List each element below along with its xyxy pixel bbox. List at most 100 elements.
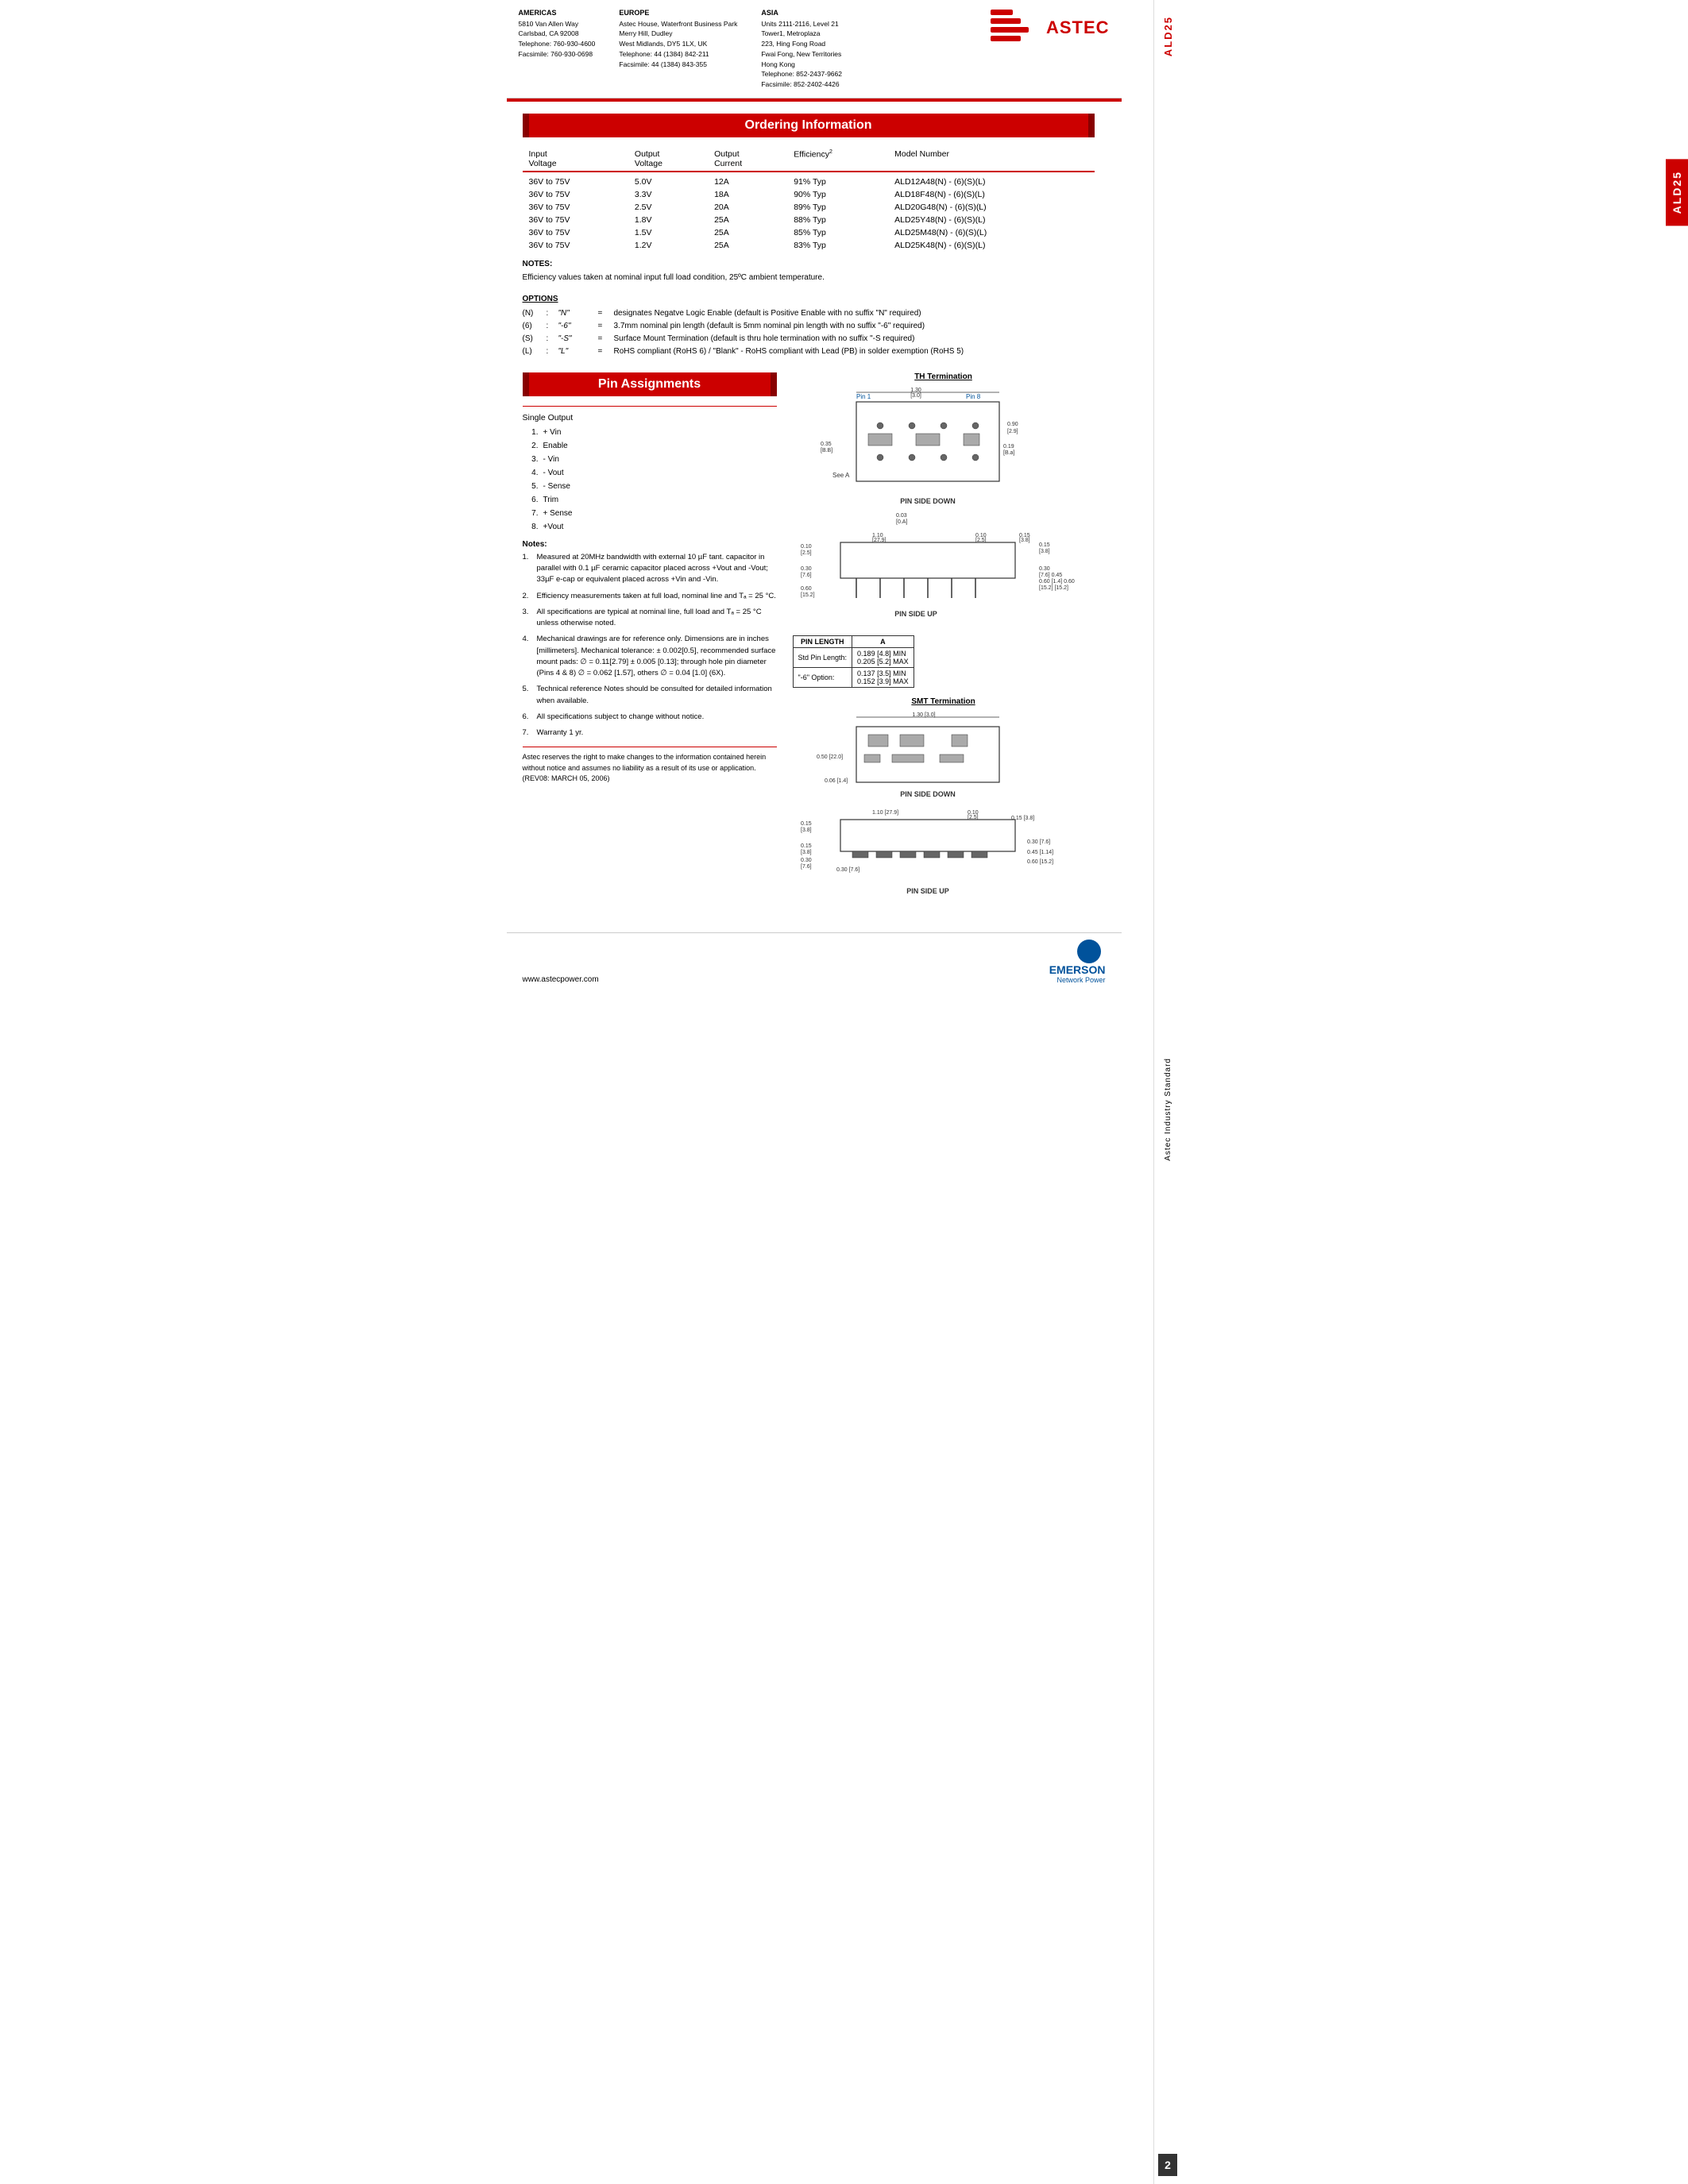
pin-length-row-std: Std Pin Length: 0.189 [4.8] MIN0.205 [5.…	[793, 647, 914, 667]
asia-line2: Tower1, Metroplaza	[761, 29, 842, 39]
option-eq: =	[598, 307, 614, 320]
svg-text:[2.5]: [2.5]	[968, 815, 979, 820]
svg-text:PIN SIDE DOWN: PIN SIDE DOWN	[900, 790, 956, 798]
note-item: 5.Technical reference Notes should be co…	[523, 684, 777, 707]
table-row: 36V to 75V1.5V25A85% TypALD25M48(N) - (6…	[523, 226, 1095, 239]
emerson-sub: Network Power	[1049, 976, 1106, 984]
ordering-section-header: Ordering Information	[523, 114, 1095, 137]
notes-title: NOTES:	[523, 258, 1095, 270]
table-cell: 36V to 75V	[523, 239, 628, 252]
svg-text:0.60 [15.2]: 0.60 [15.2]	[1027, 859, 1053, 865]
option-desc: designates Negatve Logic Enable (default…	[614, 307, 1095, 320]
table-cell: 85% Typ	[787, 226, 888, 239]
svg-text:1.30 [3.0]: 1.30 [3.0]	[912, 712, 935, 718]
svg-text:[7.6] 0.45: [7.6] 0.45	[1039, 573, 1062, 578]
pin-item: 2.Enable	[523, 439, 777, 453]
th-side-diagram: 0.10 [2.5] 0.30 [7.6] 0.60 [15.2] 1.10 […	[793, 531, 1095, 635]
svg-text:[7.6]: [7.6]	[801, 864, 812, 870]
note-text: Efficiency measurements taken at full lo…	[537, 591, 777, 602]
table-row: 36V to 75V5.0V12A91% TypALD12A48(N) - (6…	[523, 172, 1095, 188]
note-text: All specifications are typical at nomina…	[537, 607, 777, 630]
th-top-diagram-svg: Pin 1 Pin 8 1.30 [3.0]	[793, 386, 1079, 529]
svg-text:PIN SIDE UP: PIN SIDE UP	[906, 887, 949, 895]
col-output-current: OutputCurrent	[708, 147, 787, 172]
pin-number: 4.	[523, 466, 539, 480]
asia-address: ASIA Units 2111-2116, Level 21 Tower1, M…	[761, 8, 842, 90]
svg-text:0.30: 0.30	[801, 858, 812, 863]
astec-waves-icon	[991, 8, 1038, 48]
pin-label: +Vout	[543, 520, 564, 534]
table-cell: ALD18F48(N) - (6)(S)(L)	[888, 188, 1094, 201]
emerson-name-text: EMERSON Network Power	[1049, 963, 1106, 984]
svg-text:0.90: 0.90	[1007, 422, 1018, 427]
option-row: (6):"-6"=3.7mm nominal pin length (defau…	[523, 320, 1095, 333]
option-val: "N"	[558, 307, 598, 320]
pin-item: 5.- Sense	[523, 480, 777, 493]
svg-text:1.30: 1.30	[910, 388, 921, 393]
options-title: OPTIONS	[523, 293, 1095, 306]
pin-number: 3.	[523, 453, 539, 466]
svg-text:1.10 [27.9]: 1.10 [27.9]	[872, 810, 898, 816]
note-number: 2.	[523, 591, 532, 602]
svg-text:0.19: 0.19	[1003, 444, 1014, 450]
notes-text: Efficiency values taken at nominal input…	[523, 272, 1095, 284]
svg-text:[2.9]: [2.9]	[1007, 429, 1018, 434]
note-number: 4.	[523, 634, 532, 679]
option-row: (N):"N"=designates Negatve Logic Enable …	[523, 307, 1095, 320]
svg-text:0.15: 0.15	[1039, 542, 1050, 548]
pin-number: 5.	[523, 480, 539, 493]
table-cell: 5.0V	[628, 172, 708, 188]
svg-text:0.35: 0.35	[821, 442, 832, 447]
asia-line5: Hong Kong	[761, 60, 842, 70]
table-cell: ALD25K48(N) - (6)(S)(L)	[888, 239, 1094, 252]
table-cell: 91% Typ	[787, 172, 888, 188]
right-sidebar: ALD25 Astec Industry Standard 2	[1153, 0, 1182, 2184]
pin-length-row-opt: "-6" Option: 0.137 [3.5] MIN0.152 [3.9] …	[793, 667, 914, 687]
options-list: (N):"N"=designates Negatve Logic Enable …	[523, 307, 1095, 358]
table-cell: 1.8V	[628, 214, 708, 226]
table-row: 36V to 75V2.5V20A89% TypALD20G48(N) - (6…	[523, 201, 1095, 214]
smt-side-diagram: 0.15 [3.8] 0.15 [3.8] 0.30 [7.6] 1.10 [2…	[793, 808, 1095, 913]
table-cell: 25A	[708, 214, 787, 226]
note-number: 7.	[523, 727, 532, 739]
pin-item: 1.+ Vin	[523, 426, 777, 439]
option-eq: =	[598, 333, 614, 345]
smt-top-diagram: 1.30 [3.0] 0.50 [22.0] PIN SIDE DOWN 0.0…	[793, 711, 1095, 808]
pin-item: 6.Trim	[523, 493, 777, 507]
page-header: AMERICAS 5810 Van Allen Way Carlsbad, CA…	[507, 0, 1122, 98]
svg-text:[B.B]: [B.B]	[821, 448, 832, 453]
smt-termination-title: SMT Termination	[793, 697, 1095, 706]
americas-line2: Carlsbad, CA 92008	[519, 29, 596, 39]
page-footer: www.astecpower.com EMERSON Network Power	[507, 932, 1122, 990]
svg-text:[3.8]: [3.8]	[801, 850, 812, 855]
svg-text:0.45 [1.14]: 0.45 [1.14]	[1027, 850, 1053, 855]
pin-length-opt-label: "-6" Option:	[793, 667, 852, 687]
option-colon: :	[547, 320, 558, 333]
table-cell: 88% Typ	[787, 214, 888, 226]
svg-text:[0.A]: [0.A]	[896, 519, 907, 525]
option-desc: 3.7mm nominal pin length (default is 5mm…	[614, 320, 1095, 333]
svg-text:[3.8]: [3.8]	[1019, 538, 1030, 543]
option-colon: :	[547, 345, 558, 358]
europe-address: EUROPE Astec House, Waterfront Business …	[619, 8, 737, 90]
pin-assignments-header: Pin Assignments	[523, 372, 777, 396]
svg-text:[15.2] [15.2]: [15.2] [15.2]	[1039, 585, 1068, 591]
option-desc: RoHS compliant (RoHS 6) / "Blank" - RoHS…	[614, 345, 1095, 358]
svg-text:0.15: 0.15	[801, 821, 812, 827]
pin-number: 8.	[523, 520, 539, 534]
option-key: (N)	[523, 307, 547, 320]
table-cell: 3.3V	[628, 188, 708, 201]
th-termination-title: TH Termination	[793, 372, 1095, 381]
note-text: Measured at 20MHz bandwidth with externa…	[537, 552, 777, 586]
option-desc: Surface Mount Termination (default is th…	[614, 333, 1095, 345]
asia-line7: Facsimile: 852-2402-4426	[761, 79, 842, 90]
pin-item: 3.- Vin	[523, 453, 777, 466]
note-number: 6.	[523, 712, 532, 723]
pin-number: 1.	[523, 426, 539, 439]
svg-text:[2.5]: [2.5]	[975, 538, 987, 543]
asia-line1: Units 2111-2116, Level 21	[761, 19, 842, 29]
th-termination-section: TH Termination Pin 1 Pin 8	[793, 372, 1095, 688]
americas-line1: 5810 Van Allen Way	[519, 19, 596, 29]
table-cell: 36V to 75V	[523, 172, 628, 188]
svg-text:0.30 [7.6]: 0.30 [7.6]	[836, 867, 859, 873]
